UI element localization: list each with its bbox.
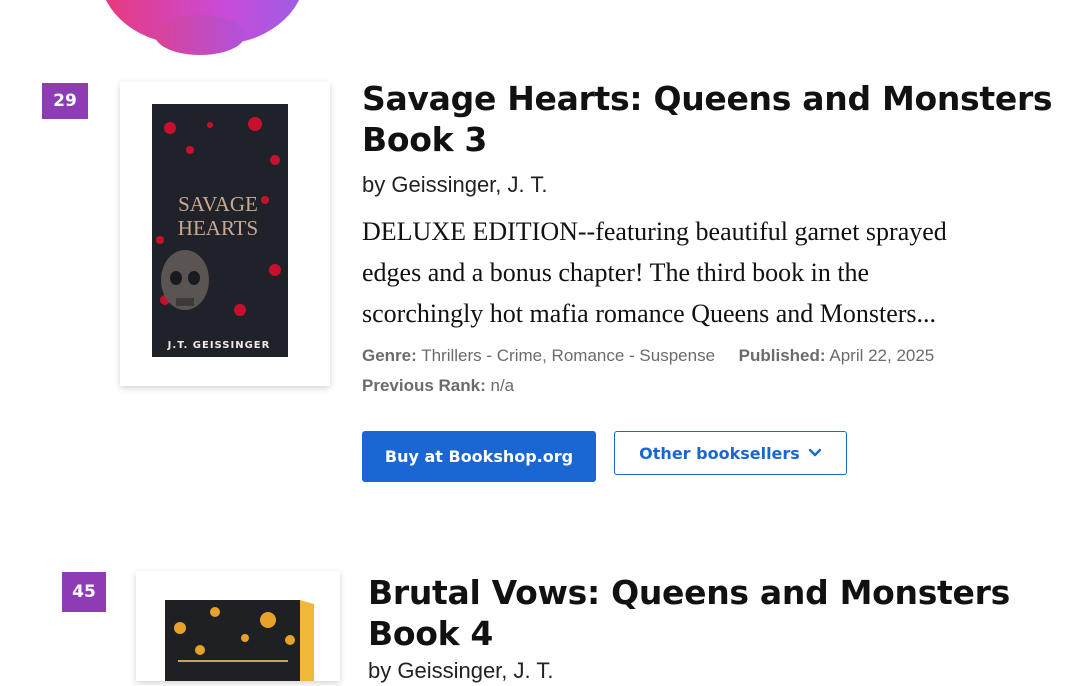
rank-badge: 45 bbox=[62, 572, 106, 612]
book-author: by Geissinger, J. T. bbox=[368, 658, 554, 683]
book-title-line1[interactable]: Brutal Vows: Queens and Monsters bbox=[368, 573, 1010, 612]
book-author: by Geissinger, J. T. bbox=[362, 172, 548, 197]
genre-label: Genre: bbox=[362, 346, 417, 365]
book-cover-card[interactable] bbox=[136, 571, 340, 686]
other-button-label: Other booksellers bbox=[639, 443, 800, 463]
book-title-line2[interactable]: Book 4 bbox=[368, 614, 493, 653]
book-cover-image[interactable]: SAVAGE HEARTS J.T. GEISSINGER bbox=[120, 82, 423, 445]
description-line: scorchingly hot mafia romance Queens and… bbox=[362, 299, 937, 328]
description-line: DELUXE EDITION--featuring beautiful garn… bbox=[362, 217, 947, 246]
buy-at-bookshop-button[interactable]: Buy at Bookshop.org bbox=[362, 431, 596, 482]
previous-rank-value: n/a bbox=[490, 376, 515, 395]
book-meta-row: Genre: Thrillers - Crime, Romance - Susp… bbox=[362, 346, 934, 366]
buy-button-label: Buy at Bookshop.org bbox=[384, 447, 574, 466]
book-cover-image[interactable] bbox=[136, 571, 340, 686]
previous-rank-row: Previous Rank: n/a bbox=[362, 376, 514, 396]
genre-value: Thrillers - Crime, Romance - Suspense bbox=[421, 346, 716, 365]
book-title[interactable]: Savage Hearts: Queens and Monsters Book … bbox=[362, 78, 1053, 160]
svg-text:SAVAGE: SAVAGE bbox=[178, 192, 258, 216]
svg-text:HEARTS: HEARTS bbox=[178, 216, 258, 240]
published-label: Published: bbox=[738, 346, 826, 365]
rank-badge: 29 bbox=[42, 83, 88, 119]
book-title-line2[interactable]: Book 3 bbox=[362, 120, 487, 159]
svg-text:J.T. GEISSINGER: J.T. GEISSINGER bbox=[167, 340, 271, 351]
book-title[interactable]: Brutal Vows: Queens and Monsters Book 4 bbox=[368, 572, 1010, 654]
published-value: April 22, 2025 bbox=[829, 346, 935, 365]
description-line: edges and a bonus chapter! The third boo… bbox=[362, 258, 870, 287]
other-booksellers-button[interactable]: Other booksellers bbox=[614, 431, 847, 475]
previous-rank-label: Previous Rank: bbox=[362, 376, 486, 395]
decorative-blob bbox=[100, 0, 305, 55]
book-description: DELUXE EDITION--featuring beautiful garn… bbox=[362, 211, 1042, 334]
book-title-line1[interactable]: Savage Hearts: Queens and Monsters bbox=[362, 79, 1053, 118]
book-cover-card[interactable]: SAVAGE HEARTS J.T. GEISSINGER bbox=[120, 82, 423, 445]
chevron-down-icon bbox=[808, 448, 822, 457]
